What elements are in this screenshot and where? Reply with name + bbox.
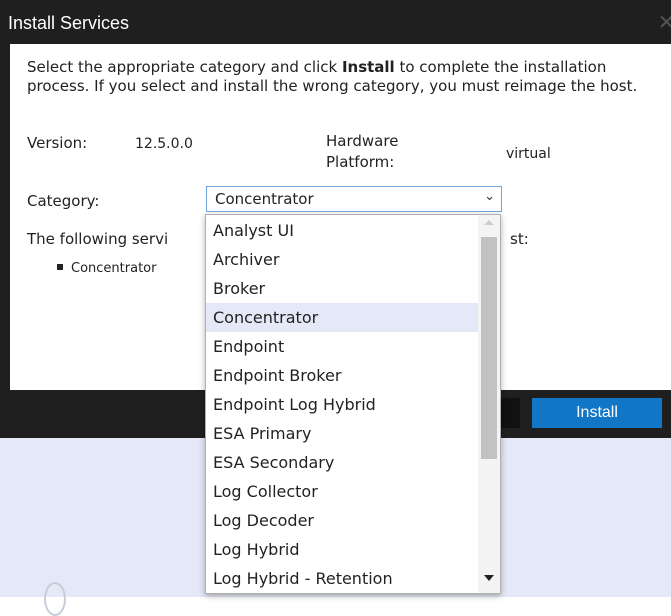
close-icon[interactable]: ✕ — [658, 10, 671, 34]
category-dropdown-list[interactable]: Analyst UI Archiver Broker Concentrator … — [205, 214, 501, 594]
chevron-down-icon[interactable]: ⌄ — [484, 189, 495, 204]
scrollbar-thumb[interactable] — [481, 237, 497, 459]
dropdown-option[interactable]: Broker — [206, 274, 478, 303]
cancel-button[interactable] — [500, 398, 520, 428]
dialog-title: Install Services — [8, 13, 130, 33]
hardware-platform-value: virtual — [506, 146, 551, 162]
scroll-up-icon[interactable] — [484, 220, 494, 225]
category-select[interactable]: Concentrator ⌄ — [206, 186, 502, 212]
hardware-platform-label-2: Platform: — [326, 153, 395, 171]
dialog-description: Select the appropriate category and clic… — [27, 58, 657, 96]
dropdown-option[interactable]: Endpoint — [206, 332, 478, 361]
scroll-down-icon[interactable] — [484, 575, 494, 581]
service-list-item: Concentrator — [57, 261, 156, 276]
dropdown-option[interactable]: ESA Secondary — [206, 448, 478, 477]
description-install-keyword: Install — [341, 58, 395, 76]
dropdown-option[interactable]: Log Hybrid - Retention — [206, 564, 478, 593]
background-spinner-icon — [44, 582, 66, 616]
services-text-right: st: — [510, 230, 529, 248]
version-value: 12.5.0.0 — [135, 136, 193, 152]
dropdown-option[interactable]: Endpoint Broker — [206, 361, 478, 390]
category-select-value: Concentrator — [215, 190, 314, 208]
service-item-label: Concentrator — [71, 261, 157, 276]
category-label: Category: — [27, 192, 100, 210]
dropdown-scrollbar[interactable] — [478, 215, 500, 593]
dropdown-option[interactable]: Log Hybrid — [206, 535, 478, 564]
dropdown-option[interactable]: Log Collector — [206, 477, 478, 506]
install-button[interactable]: Install — [532, 398, 662, 428]
dropdown-option[interactable]: Archiver — [206, 245, 478, 274]
dropdown-option-selected[interactable]: Concentrator — [206, 303, 478, 332]
bullet-icon — [57, 263, 63, 270]
dropdown-option[interactable]: Analyst UI — [206, 216, 478, 245]
dropdown-option[interactable]: Endpoint Log Hybrid — [206, 390, 478, 419]
dropdown-option[interactable]: ESA Primary — [206, 419, 478, 448]
version-label: Version: — [27, 134, 88, 152]
services-text-left: The following servi — [27, 230, 169, 248]
hardware-platform-label-1: Hardware — [326, 132, 399, 150]
dialog-titlebar: Install Services ✕ — [0, 0, 671, 44]
description-text-start: Select the appropriate category and clic… — [27, 58, 342, 76]
dropdown-option[interactable]: Log Decoder — [206, 506, 478, 535]
